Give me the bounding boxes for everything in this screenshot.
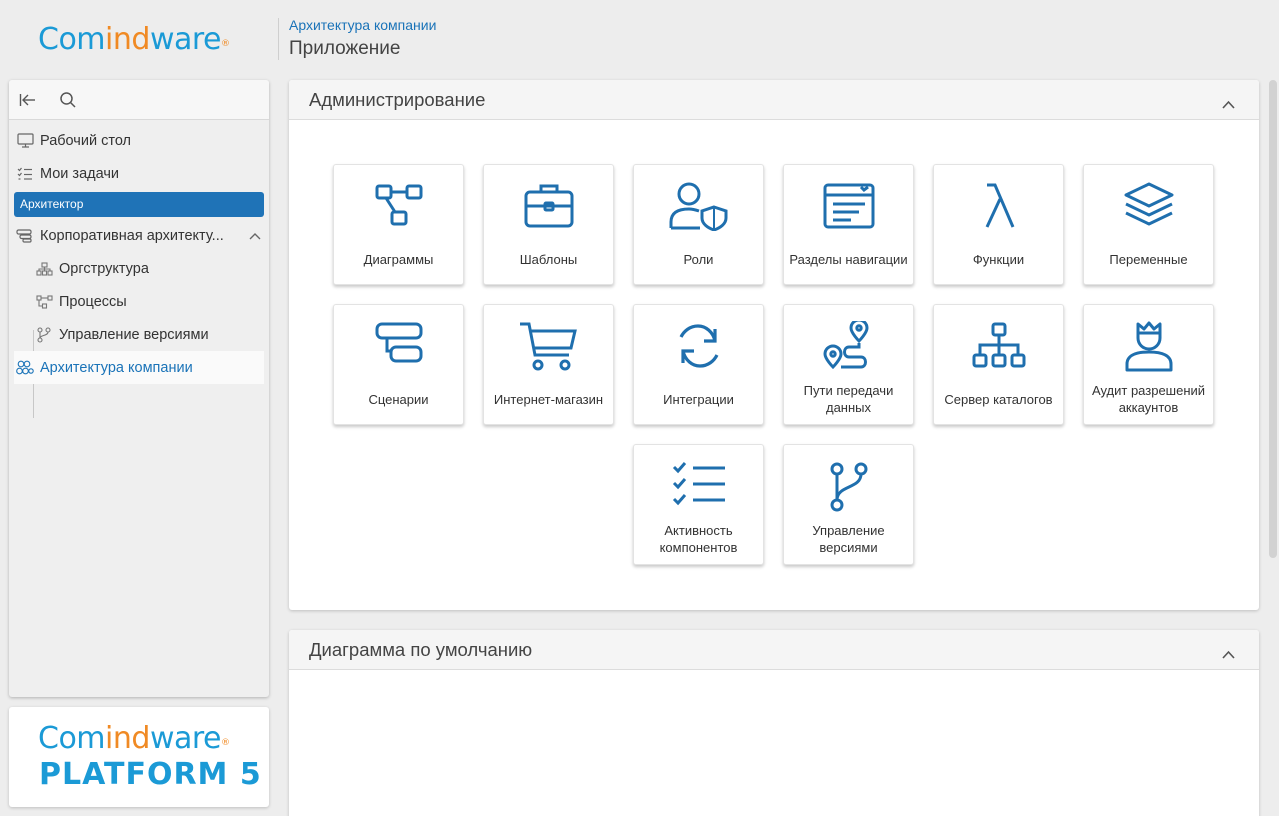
- monitor-icon: [16, 132, 34, 150]
- user-shield-icon: [669, 182, 727, 231]
- default-diagram-panel-header[interactable]: Диаграмма по умолчанию: [289, 630, 1259, 670]
- comindware-platform-logo: Comindware®: [38, 721, 230, 757]
- navigation-window-icon: [823, 183, 874, 229]
- tile-version-control[interactable]: Управление версиями: [783, 444, 914, 565]
- process-icon: [35, 293, 53, 311]
- tile-data-routes[interactable]: Пути передачи данных: [783, 304, 914, 425]
- tile-web-store[interactable]: Интернет-магазин: [483, 304, 614, 425]
- default-diagram-panel: Диаграмма по умолчанию: [289, 630, 1259, 816]
- user-crown-icon: [1125, 321, 1172, 372]
- logo-text-part3: ware: [149, 721, 222, 756]
- corporate-architecture-icon: [16, 227, 34, 245]
- sidebar-toolbar: [9, 80, 269, 120]
- tile-label: Переменные: [1109, 251, 1188, 267]
- tile-navigation-sections[interactable]: Разделы навигации: [783, 164, 914, 285]
- route-icon: [822, 321, 869, 370]
- comindware-logo: Comindware®: [38, 22, 230, 58]
- sidebar-item-label: Архитектура компании: [40, 359, 193, 376]
- logo-text-part1: Com: [38, 721, 106, 756]
- sidebar-item-label: Процессы: [59, 293, 127, 310]
- administration-panel-header[interactable]: Администрирование: [289, 80, 1259, 120]
- sidebar-item-label: Оргструктура: [59, 260, 149, 277]
- tile-label: Сервер каталогов: [944, 391, 1053, 407]
- sidebar-item-version-control[interactable]: Управление версиями: [9, 318, 269, 351]
- tile-variables[interactable]: Переменные: [1083, 164, 1214, 285]
- logo-text-part3: ware: [149, 22, 222, 57]
- tile-label: Функции: [972, 251, 1025, 267]
- tile-functions[interactable]: Функции: [933, 164, 1064, 285]
- tile-label: Пути передачи данных: [803, 383, 894, 415]
- sidebar-search-button[interactable]: [57, 89, 79, 111]
- panel-title: Администрирование: [309, 88, 486, 110]
- breadcrumb[interactable]: Архитектура компании: [289, 17, 436, 33]
- version-control-icon: [35, 326, 53, 344]
- tile-label: Сценарии: [368, 391, 429, 407]
- refresh-icon: [679, 324, 718, 368]
- sidebar-item-company-architecture[interactable]: Архитектура компании: [14, 351, 264, 384]
- hierarchy-icon: [972, 322, 1025, 368]
- org-structure-icon: [35, 260, 53, 278]
- tile-diagrams[interactable]: Диаграммы: [333, 164, 464, 285]
- briefcase-icon: [524, 184, 573, 228]
- diagram-icon: [375, 184, 422, 226]
- header-divider: [278, 18, 279, 60]
- checklist-icon: [16, 165, 34, 183]
- administration-panel: Администрирование Диаграммы Шаблоны Роли…: [289, 80, 1259, 610]
- branch-icon: [830, 462, 867, 512]
- logo-text-part2: ind: [105, 22, 150, 57]
- chevron-up-icon[interactable]: [1222, 642, 1235, 664]
- sidebar-item-label: Рабочий стол: [40, 132, 132, 149]
- tile-label: Аудит разрешений аккаунтов: [1091, 383, 1206, 415]
- sidebar-item-label: Корпоративная архитекту...: [40, 227, 224, 244]
- platform-logo-card: Comindware® PLATFORM 5: [9, 707, 269, 807]
- tile-label: Разделы навигации: [789, 251, 908, 267]
- tile-roles[interactable]: Роли: [633, 164, 764, 285]
- tile-scenarios[interactable]: Сценарии: [333, 304, 464, 425]
- sidebar-item-org-structure[interactable]: Оргструктура: [9, 252, 269, 285]
- page-scrollbar[interactable]: [1269, 80, 1277, 558]
- sidebar-item-label: Управление версиями: [59, 326, 209, 343]
- scenario-blocks-icon: [375, 322, 422, 363]
- collapse-left-icon: [19, 93, 35, 106]
- tile-label: Управление версиями: [812, 523, 885, 555]
- sidebar-item-label: Мои задачи: [40, 165, 120, 182]
- tile-label: Интеграции: [663, 391, 734, 407]
- sidebar-group-architect[interactable]: Архитектор: [14, 192, 264, 217]
- logo-text-part2: ind: [105, 721, 150, 756]
- sidebar-active-list: Архитектура компании: [9, 351, 269, 384]
- tile-label: Роли: [683, 251, 714, 267]
- shopping-cart-icon: [519, 322, 577, 371]
- tile-directory-server[interactable]: Сервер каталогов: [933, 304, 1064, 425]
- sidebar-nav: Рабочий стол Мои задачи: [9, 120, 269, 190]
- tile-templates[interactable]: Шаблоны: [483, 164, 614, 285]
- sidebar-item-processes[interactable]: Процессы: [9, 285, 269, 318]
- sidebar-architect-list: Корпоративная архитекту... Оргструктура …: [9, 219, 269, 351]
- app-architecture-icon: [16, 359, 34, 377]
- sidebar-item-corporate-architecture[interactable]: Корпоративная архитекту...: [9, 219, 269, 252]
- lambda-icon: [985, 183, 1014, 228]
- tile-component-activity[interactable]: Активность компонентов: [633, 444, 764, 565]
- tile-label: Диаграммы: [363, 251, 434, 267]
- logo-registered-mark: ®: [221, 738, 230, 748]
- platform-version-label: PLATFORM 5: [39, 757, 262, 792]
- logo-registered-mark: ®: [221, 39, 230, 49]
- tile-account-permission-audit[interactable]: Аудит разрешений аккаунтов: [1083, 304, 1214, 425]
- tile-label: Шаблоны: [519, 251, 578, 267]
- layers-icon: [1124, 182, 1173, 226]
- page-title: Приложение: [289, 38, 401, 59]
- chevron-up-icon[interactable]: [249, 228, 261, 244]
- tile-label: Активность компонентов: [659, 523, 738, 555]
- search-icon: [60, 91, 76, 108]
- tile-integrations[interactable]: Интеграции: [633, 304, 764, 425]
- logo-text-part1: Com: [38, 22, 106, 57]
- panel-title: Диаграмма по умолчанию: [309, 638, 533, 660]
- sidebar: Рабочий стол Мои задачи Архитектор Корпо…: [9, 80, 269, 697]
- sidebar-item-desktop[interactable]: Рабочий стол: [9, 124, 269, 157]
- sidebar-item-my-tasks[interactable]: Мои задачи: [9, 157, 269, 190]
- chevron-up-icon[interactable]: [1222, 92, 1235, 114]
- collapse-sidebar-button[interactable]: [17, 89, 39, 111]
- tile-label: Интернет-магазин: [493, 391, 604, 407]
- check-list-icon: [672, 462, 725, 506]
